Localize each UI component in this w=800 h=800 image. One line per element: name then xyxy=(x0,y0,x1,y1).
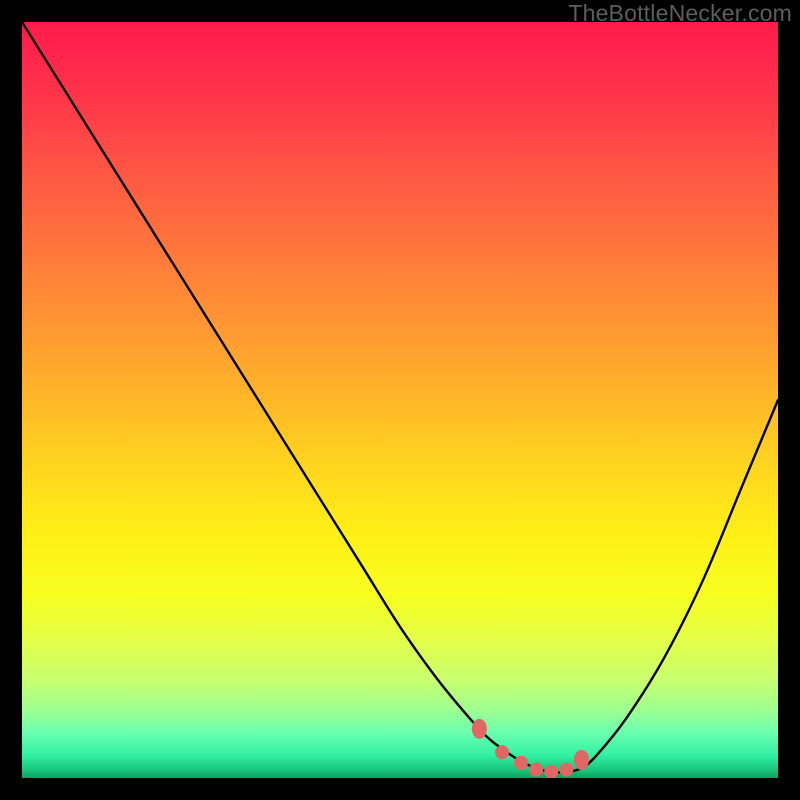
marker-dot xyxy=(559,763,573,777)
marker-dot xyxy=(472,719,487,739)
flat-region-markers xyxy=(472,719,589,778)
marker-dot xyxy=(529,763,543,777)
chart-frame xyxy=(22,22,778,778)
marker-dot xyxy=(574,750,589,770)
bottleneck-curve xyxy=(22,22,778,772)
marker-dot xyxy=(544,765,558,778)
plot-area xyxy=(22,22,778,778)
marker-dot xyxy=(514,756,528,770)
marker-dot xyxy=(495,745,509,759)
chart-svg xyxy=(22,22,778,778)
